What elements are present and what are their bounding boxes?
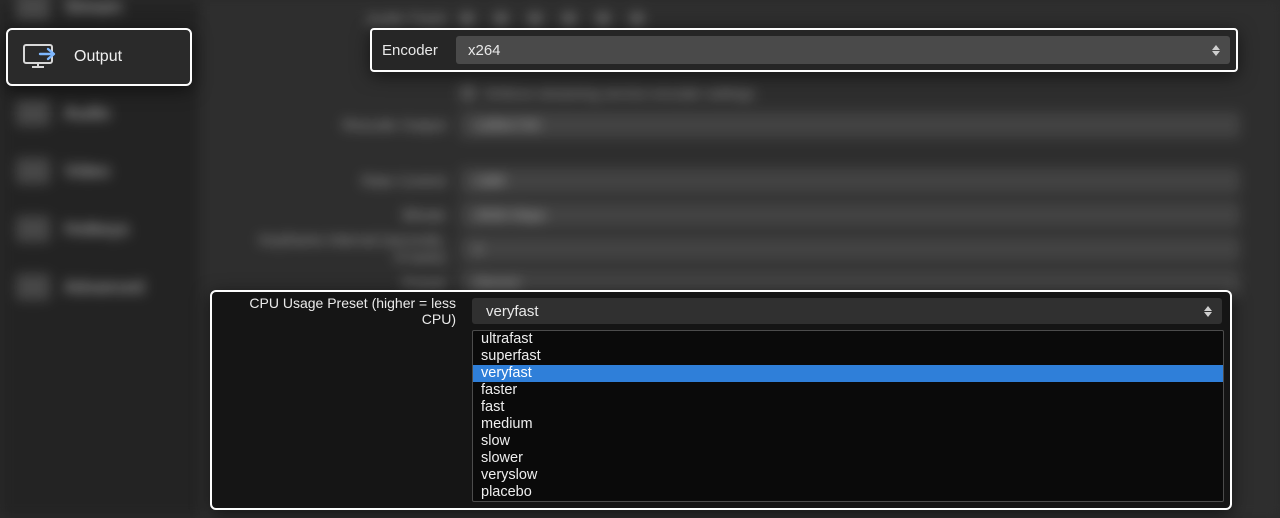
cpu-preset-option[interactable]: ultrafast <box>473 331 1223 348</box>
encoder-label: Encoder <box>372 42 456 59</box>
cpu-preset-option[interactable]: fast <box>473 399 1223 416</box>
stepper-icon <box>1204 303 1216 319</box>
cpu-preset-option[interactable]: veryslow <box>473 467 1223 484</box>
cpu-preset-select[interactable]: veryfast <box>472 298 1222 324</box>
sidebar-item-output[interactable]: Output <box>6 28 192 86</box>
cpu-preset-label: CPU Usage Preset (higher = less CPU) <box>212 295 464 327</box>
output-icon <box>22 43 58 71</box>
cpu-preset-option[interactable]: medium <box>473 416 1223 433</box>
cpu-preset-option[interactable]: placebo <box>473 484 1223 501</box>
cpu-preset-dropdown[interactable]: ultrafastsuperfastveryfastfasterfastmedi… <box>472 330 1224 502</box>
cpu-preset-option[interactable]: slower <box>473 450 1223 467</box>
sidebar-item-label: Output <box>74 48 122 66</box>
cpu-preset-box: CPU Usage Preset (higher = less CPU) ver… <box>210 290 1232 510</box>
encoder-row: Encoder x264 <box>370 28 1238 72</box>
cpu-preset-option[interactable]: slow <box>473 433 1223 450</box>
encoder-value: x264 <box>468 42 501 59</box>
cpu-preset-option[interactable]: faster <box>473 382 1223 399</box>
cpu-preset-option[interactable]: superfast <box>473 348 1223 365</box>
encoder-select[interactable]: x264 <box>456 36 1230 64</box>
cpu-preset-value: veryfast <box>486 303 539 320</box>
stepper-icon <box>1212 42 1224 58</box>
cpu-preset-option[interactable]: veryfast <box>473 365 1223 382</box>
